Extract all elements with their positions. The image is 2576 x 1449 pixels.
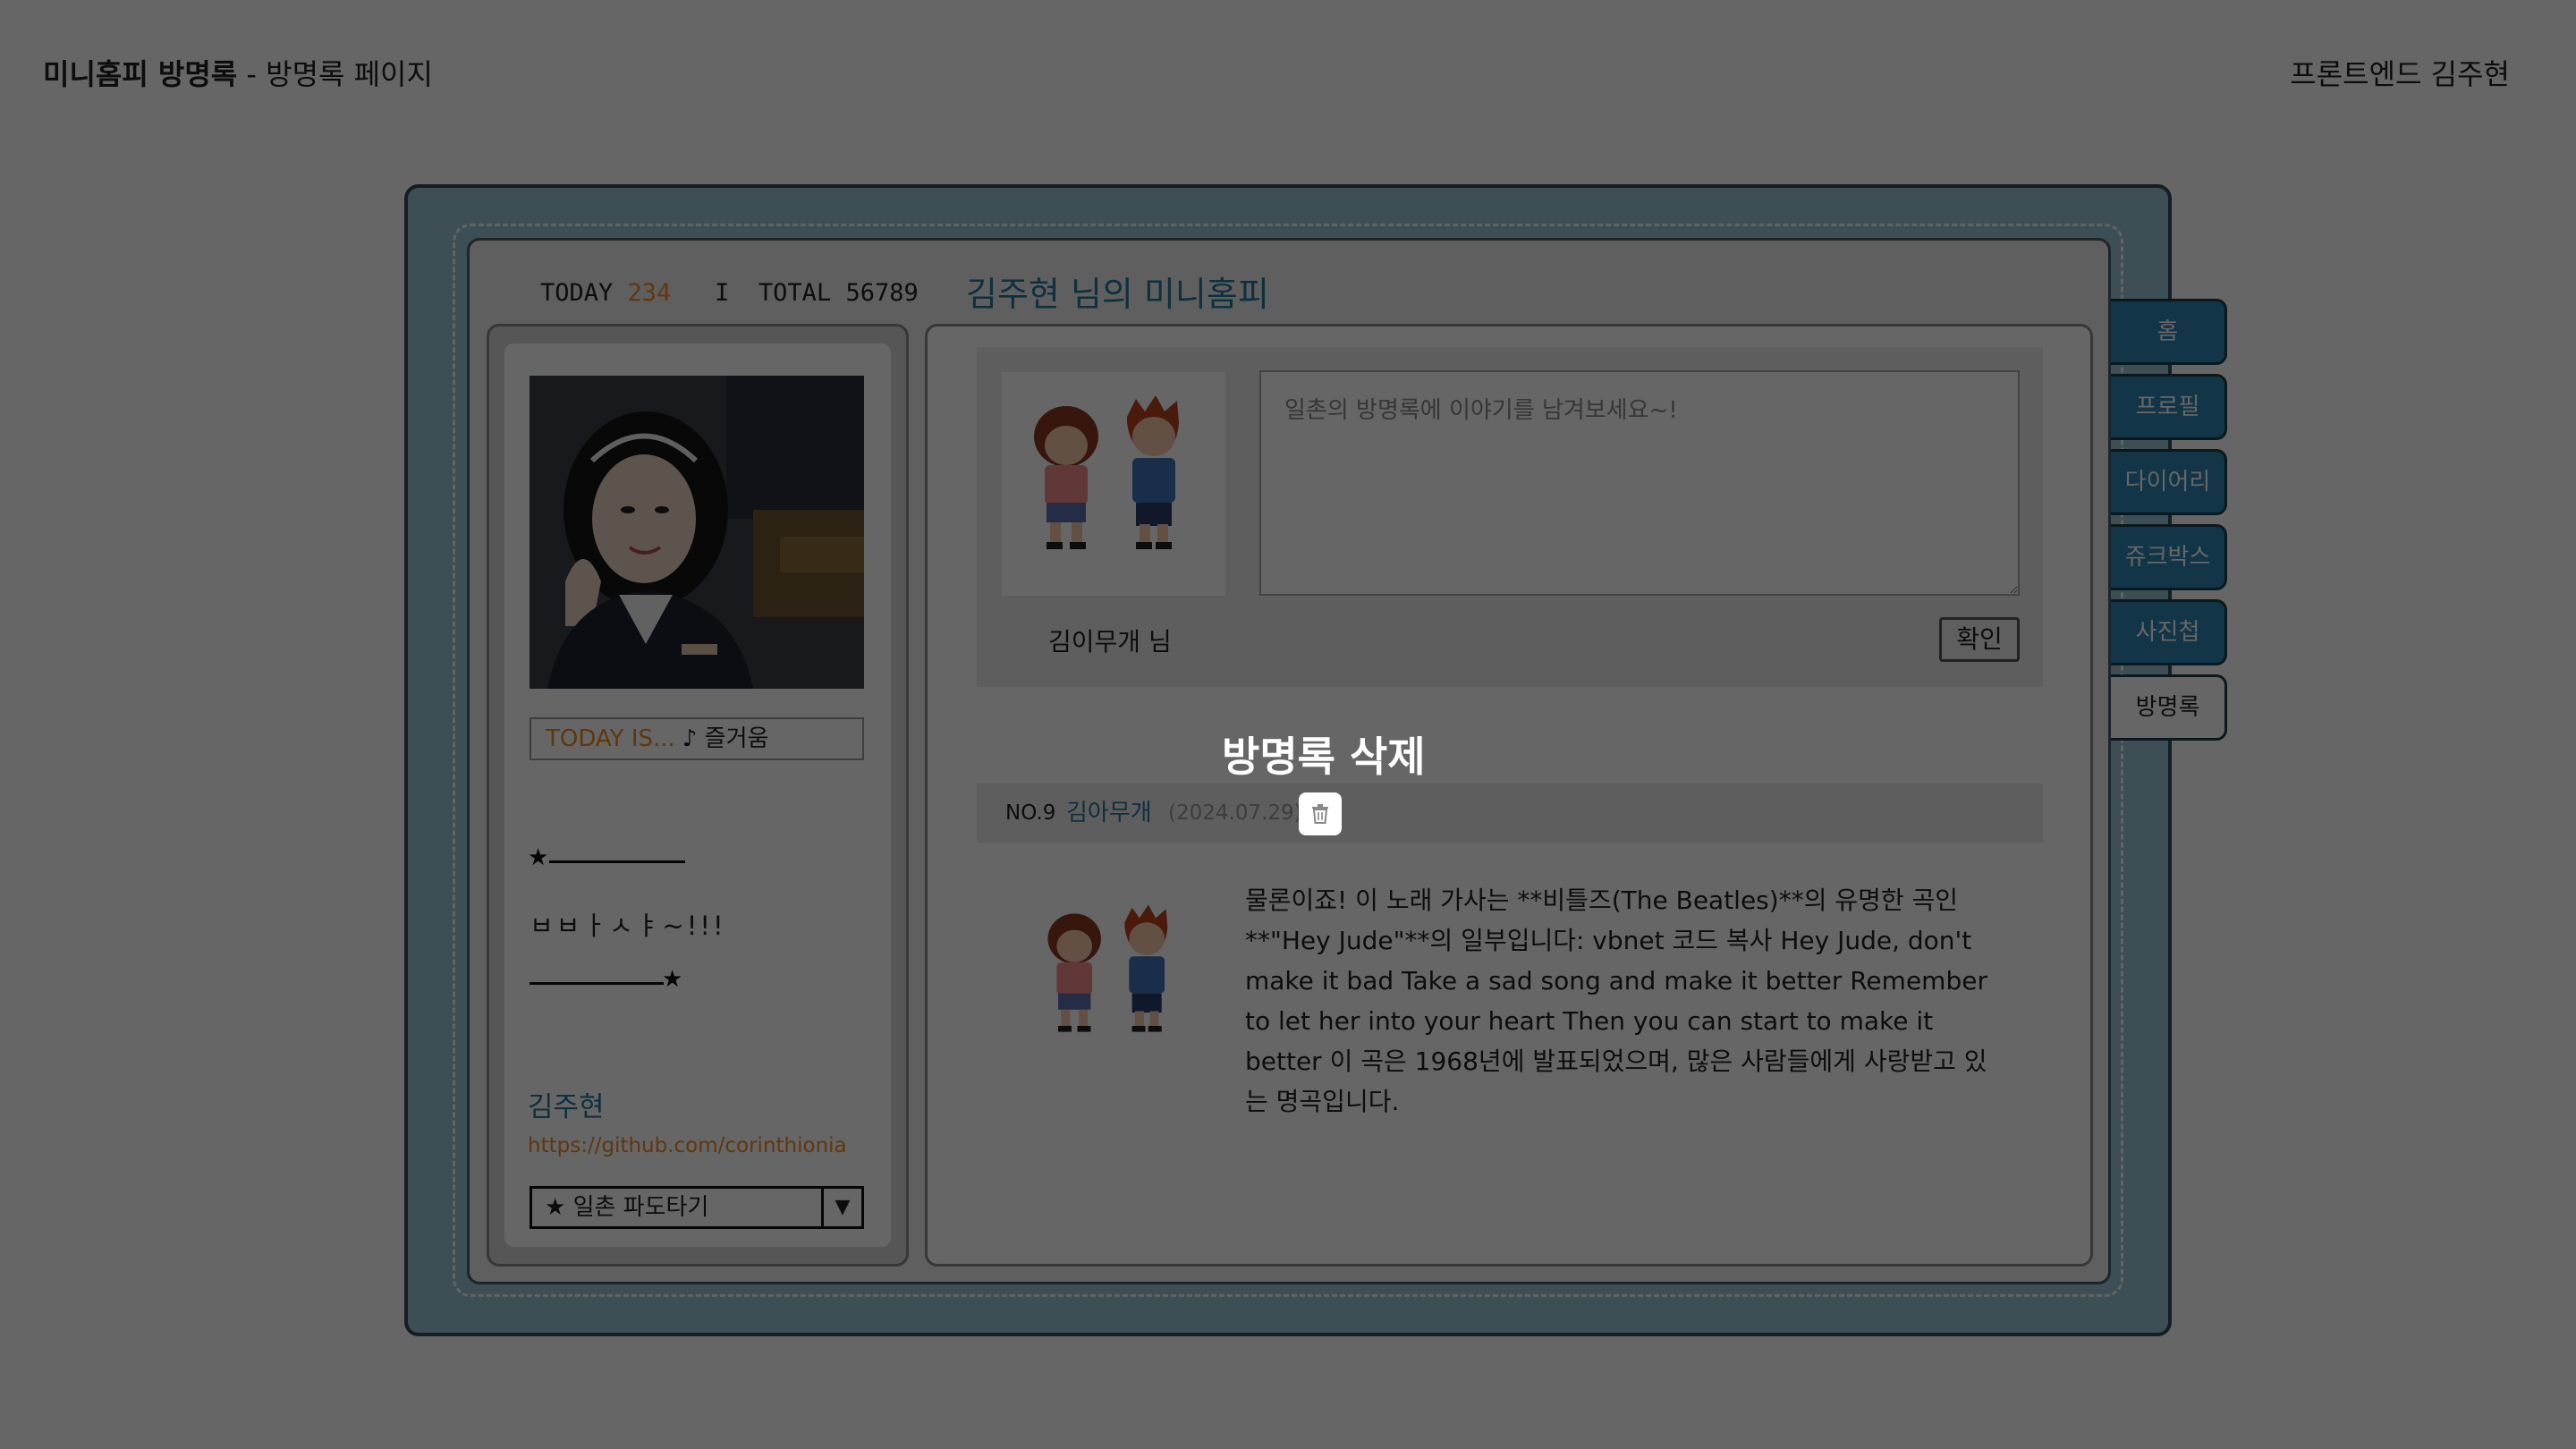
wave-select-value: ★ 일촌 파도타기 <box>545 1194 709 1221</box>
star-icon: ★ <box>662 966 683 993</box>
tab-guestbook[interactable]: 방명록 <box>2111 674 2227 741</box>
trash-icon <box>1312 804 1328 824</box>
entry-avatar <box>1020 886 1208 1059</box>
today-count: 234 <box>627 279 672 307</box>
tab-jukebox[interactable]: 쥬크박스 <box>2111 524 2227 590</box>
entry-header: NO.9 김아무개 (2024.07.29) <box>977 784 2043 843</box>
profile-photo-image <box>530 376 864 689</box>
divider-line <box>549 860 685 863</box>
visit-counter: TODAY 234 I TOTAL 56789 <box>540 279 919 307</box>
total-count: 56789 <box>845 279 919 307</box>
star-icon: ★ <box>528 844 549 871</box>
profile-photo <box>530 376 864 689</box>
writer-avatar-box <box>1002 372 1225 596</box>
tab-diary[interactable]: 다이어리 <box>2111 449 2227 515</box>
entry-content: 물론이죠! 이 노래 가사는 **비틀즈(The Beatles)**의 유명한… <box>1245 886 1987 1116</box>
entry-author[interactable]: 김아무개 <box>1066 784 1152 843</box>
divider-line <box>530 982 664 985</box>
tab-home[interactable]: 홈 <box>2111 299 2227 365</box>
entry-date: (2024.07.29) <box>1168 801 1302 825</box>
owner-url-link[interactable]: https://github.com/corinthionia <box>528 1134 847 1157</box>
delete-tooltip: 방명록 삭제 <box>1222 733 1426 781</box>
author-label: 프론트엔드 김주현 <box>2290 57 2510 91</box>
tab-photo-album[interactable]: 사진첩 <box>2111 599 2227 665</box>
profile-message: ㅂㅂㅏㅅㅑ~!!! <box>530 911 726 941</box>
minime-avatar-icon <box>1047 904 1168 1032</box>
today-label: TODAY <box>540 279 614 307</box>
guestbook-input[interactable] <box>1259 370 2020 596</box>
confirm-button[interactable]: 확인 <box>1939 617 2020 662</box>
page-title: 미니홈피 방명록 - 방명록 페이지 <box>43 52 433 93</box>
delete-button[interactable] <box>1299 792 1342 835</box>
today-is-label: TODAY IS... <box>546 725 675 752</box>
total-label: TOTAL <box>758 279 832 307</box>
hompy-title: 김주현 님의 미니홈피 <box>966 275 1269 314</box>
wave-select[interactable]: ★ 일촌 파도타기 ▼ <box>530 1186 864 1229</box>
tab-profile[interactable]: 프로필 <box>2111 374 2227 440</box>
minime-avatar-icon <box>1034 395 1179 549</box>
owner-name: 김주현 <box>528 1091 605 1123</box>
page-title-rest: - 방명록 페이지 <box>237 57 433 91</box>
counter-separator: I <box>715 279 730 307</box>
chevron-down-icon[interactable]: ▼ <box>821 1189 861 1226</box>
page-title-bold: 미니홈피 방명록 <box>43 57 238 91</box>
today-mood-box: TODAY IS... ♪ 즐거움 <box>530 717 864 760</box>
writer-name: 김이무개 님 <box>1048 627 1172 657</box>
entry-number: NO.9 <box>1005 801 1056 825</box>
mood-text: ♪ 즐거움 <box>682 725 769 752</box>
